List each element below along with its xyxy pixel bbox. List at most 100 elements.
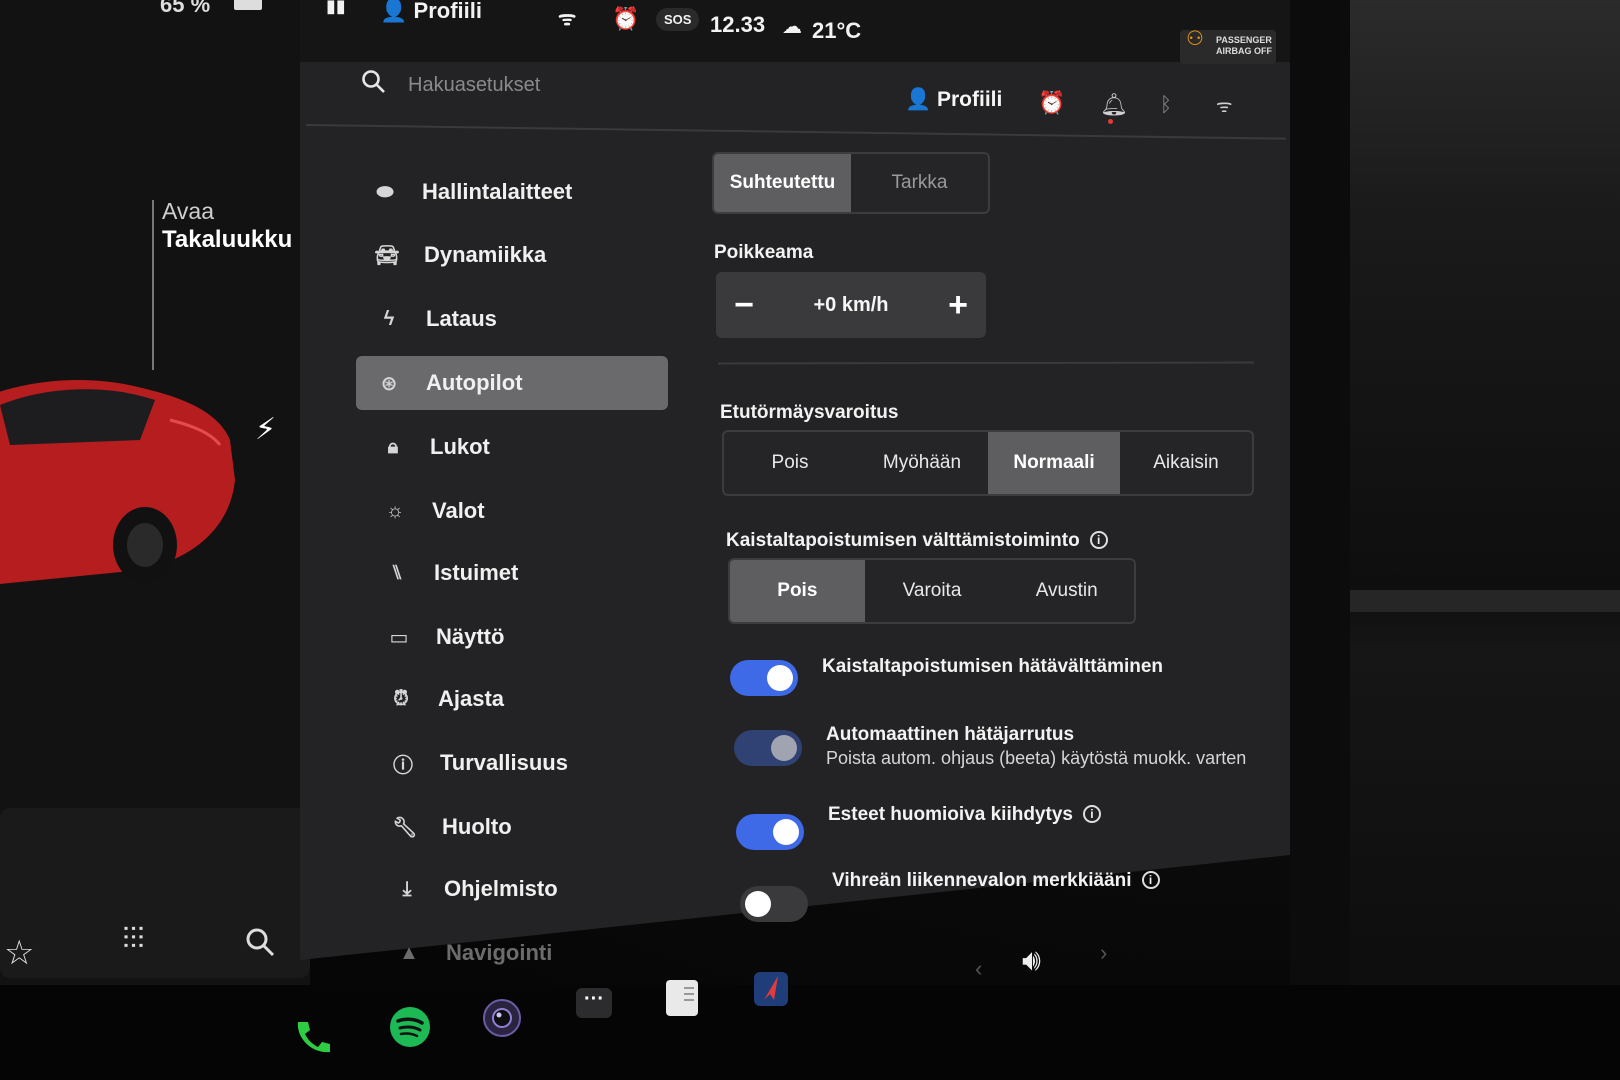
bell-icon[interactable]: 🔔︎ xyxy=(1100,92,1128,118)
sidebar-item-label: Näyttö xyxy=(436,624,505,649)
green-light-chime-toggle[interactable] xyxy=(740,886,808,922)
sidebar-item-label: Autopilot xyxy=(426,370,523,395)
obstacle-aware-acceleration-label: Esteet huomioiva kiihdytys i xyxy=(828,804,1101,826)
toggle-knob xyxy=(745,891,771,917)
sidebar-item-label: Ajasta xyxy=(438,686,505,711)
navigation-app-icon[interactable] xyxy=(752,970,790,1008)
star-icon[interactable]: ☆ xyxy=(4,933,34,973)
battery-percentage: 65 % xyxy=(160,0,211,17)
ldw-option-assist[interactable]: Avustin xyxy=(999,560,1134,622)
ldw-option-warn[interactable]: Varoita xyxy=(865,560,1000,622)
sun-icon: ☼ xyxy=(385,499,405,522)
offset-mode-fixed[interactable]: Tarkka xyxy=(851,154,988,212)
obstacle-aware-acceleration-toggle[interactable] xyxy=(736,814,804,850)
sidebar-item-lights[interactable]: ☼ Valot xyxy=(380,484,680,538)
toggle-knob xyxy=(767,665,793,691)
volume-icon[interactable]: 🔊︎ xyxy=(1022,944,1041,978)
sidebar-item-seats[interactable]: ⑊ Istuimet xyxy=(382,546,682,600)
toggle-knob xyxy=(773,819,799,845)
spotify-icon[interactable] xyxy=(388,1005,432,1049)
dashboard-trim xyxy=(1345,590,1620,612)
header-profile-button[interactable]: 👤 Profiili xyxy=(905,88,1002,112)
navigation-icon: ▲ xyxy=(399,941,419,964)
sidebar-item-display[interactable]: ▭ Näyttö xyxy=(384,610,684,664)
airbag-line1: PASSENGER xyxy=(1216,35,1272,45)
outside-temperature: 21°C xyxy=(812,18,862,43)
offset-mode-relative[interactable]: Suhteutettu xyxy=(714,154,851,212)
fcw-option-late[interactable]: Myöhään xyxy=(856,432,988,494)
lane-departure-label: Kaistaltapoistumisen välttämistoiminto i xyxy=(726,530,1108,552)
forward-collision-warning-label: Etutörmäysvaroitus xyxy=(720,402,899,423)
open-trunk-label[interactable]: Avaa xyxy=(162,198,214,225)
info-icon[interactable]: i xyxy=(1141,871,1160,889)
alert-circle-icon: ⓘ xyxy=(393,754,413,777)
search-icon[interactable] xyxy=(360,68,386,94)
sidebar-item-controls[interactable]: ⬬ Hallintalaitteet xyxy=(370,165,670,219)
alarm-icon[interactable]: ⏰ xyxy=(1038,90,1065,116)
sidebar-item-label: Huolto xyxy=(442,814,512,839)
sidebar-item-label: Navigointi xyxy=(446,940,553,965)
alarm-icon: ⏰ xyxy=(612,6,640,31)
lock-icon: 🔒︎ xyxy=(387,435,399,458)
toggle-icon: ⬬ xyxy=(376,180,394,203)
search-icon[interactable] xyxy=(244,926,276,958)
sidebar-item-safety[interactable]: ⓘ Turvallisuus xyxy=(388,736,688,790)
increase-button[interactable]: + xyxy=(930,286,986,325)
bottom-dock xyxy=(0,985,1620,1080)
camera-icon[interactable] xyxy=(482,998,522,1038)
sidebar-item-dynamics[interactable]: 🚘︎ Dynamiikka xyxy=(372,228,672,282)
green-light-chime-label: Vihreän liikennevalon merkkiääni i xyxy=(832,870,1160,892)
more-icon[interactable]: ··· xyxy=(576,988,612,1018)
fcw-option-off[interactable]: Pois xyxy=(724,432,856,494)
notes-icon[interactable] xyxy=(664,978,700,1018)
sidebar-item-label: Turvallisuus xyxy=(440,750,568,775)
fcw-option-early[interactable]: Aikaisin xyxy=(1120,432,1252,494)
ldw-option-off[interactable]: Pois xyxy=(730,560,865,622)
offset-value: +0 km/h xyxy=(813,293,889,316)
phone-icon[interactable] xyxy=(292,1018,332,1058)
fcw-option-normal[interactable]: Normaali xyxy=(988,432,1120,494)
status-profile-label: Profiili xyxy=(413,0,482,23)
status-bar: ▮▮ 👤 Profiili ᯤ ⏰ SOS 12.33 ☁ 21°C xyxy=(300,0,1290,62)
screen-photo: 65 % Avaa Takaluukku ⚡ ☆ ⫶⫶⫶ ▮▮ 👤 Profii… xyxy=(0,0,1620,1080)
sidebar-item-label: Lataus xyxy=(426,306,497,331)
cloud-icon: ☁ xyxy=(782,16,802,38)
sidebar-item-label: Istuimet xyxy=(434,560,519,585)
trunk-indicator-line xyxy=(152,200,154,370)
settings-search-input[interactable] xyxy=(408,70,708,100)
display-icon: ▭ xyxy=(389,626,409,649)
sliders-icon[interactable]: ⫶⫶⫶ xyxy=(122,923,145,957)
chevron-right-icon[interactable]: › xyxy=(1100,940,1107,966)
sidebar-item-navigation[interactable]: ▲ Navigointi xyxy=(394,926,694,980)
sidebar-item-autopilot[interactable]: ⊛ Autopilot xyxy=(356,356,668,410)
automatic-emergency-braking-sublabel: Poista autom. ohjaus (beeta) käytöstä mu… xyxy=(826,748,1247,768)
wifi-icon[interactable]: ᯤ xyxy=(1216,94,1232,118)
emergency-lane-departure-toggle[interactable] xyxy=(730,660,798,696)
trunk-label[interactable]: Takaluukku xyxy=(162,226,292,254)
airbag-icon: ⚇ xyxy=(1186,28,1204,50)
info-icon[interactable]: i xyxy=(1089,531,1108,549)
sidebar-item-locks[interactable]: 🔒︎ Lukot xyxy=(378,420,678,474)
car-visualization-panel: 65 % Avaa Takaluukku ⚡ ☆ ⫶⫶⫶ xyxy=(0,0,310,1080)
bluetooth-icon[interactable]: ᛒ xyxy=(1160,94,1172,117)
wrench-icon: 🔧︎ xyxy=(392,816,418,839)
profile-small-icon: ▮▮ xyxy=(326,0,346,16)
sidebar-item-service[interactable]: 🔧︎ Huolto xyxy=(390,800,690,854)
screen-bezel xyxy=(1290,0,1350,1080)
chevron-left-icon[interactable]: ‹ xyxy=(975,956,982,982)
sidebar-item-label: Lukot xyxy=(430,434,490,459)
header-profile-label: Profiili xyxy=(936,88,1003,111)
sidebar-item-schedule[interactable]: ⏰︎ Ajasta xyxy=(386,672,686,726)
charge-port-icon[interactable]: ⚡ xyxy=(255,412,276,447)
sidebar-item-charging[interactable]: ϟ Lataus xyxy=(374,292,674,346)
info-icon[interactable]: i xyxy=(1082,805,1101,823)
automatic-emergency-braking-toggle[interactable] xyxy=(734,730,802,766)
steering-wheel-icon: ⊛ xyxy=(380,372,398,395)
sidebar-item-label: Ohjelmisto xyxy=(444,876,558,901)
status-profile[interactable]: 👤 Profiili xyxy=(380,0,482,24)
emergency-lane-departure-label: Kaistaltapoistumisen hätävälttäminen xyxy=(822,656,1164,677)
sos-badge[interactable]: SOS xyxy=(656,8,700,31)
sidebar-item-software[interactable]: ⤓ Ohjelmisto xyxy=(392,862,692,916)
forward-collision-warning-selector: Pois Myöhään Normaali Aikaisin xyxy=(722,430,1254,496)
decrease-button[interactable]: − xyxy=(716,286,772,325)
